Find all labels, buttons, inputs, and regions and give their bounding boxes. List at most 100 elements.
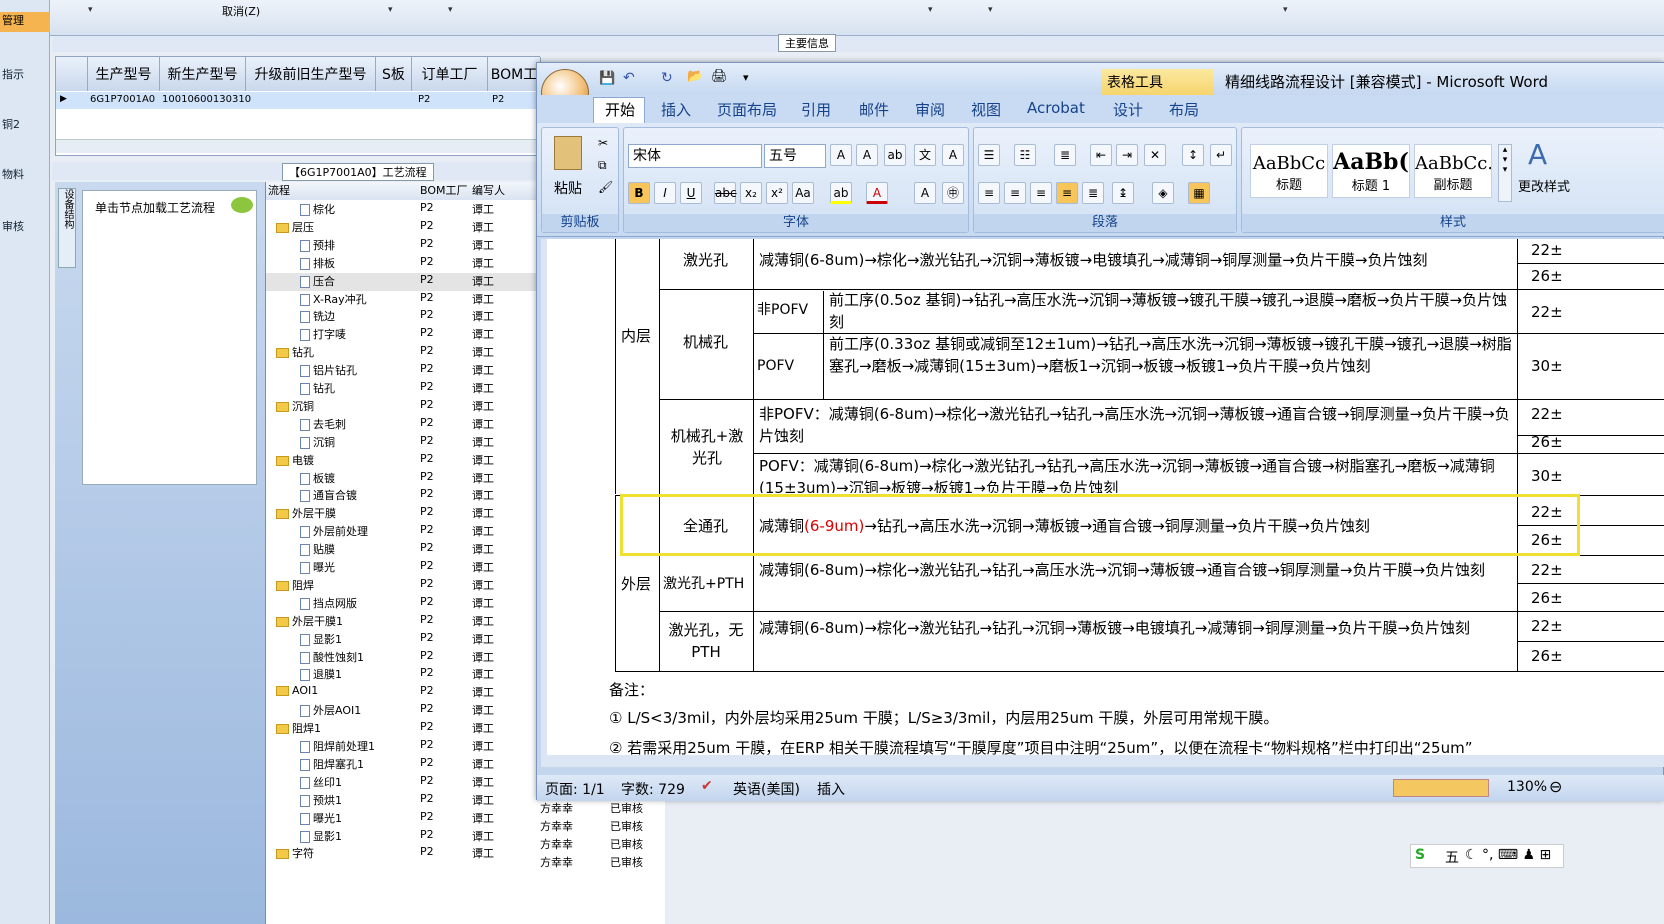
tree-node[interactable]: 层压 P2 谭工 xyxy=(266,219,541,237)
tree-node[interactable]: 电镀 P2 谭工 xyxy=(266,452,541,470)
open-icon[interactable]: 📂 xyxy=(687,69,703,84)
qat-menu-icon[interactable]: ▾ xyxy=(743,71,749,84)
status-mode[interactable]: 插入 xyxy=(817,779,845,799)
undo-icon[interactable]: ↶ xyxy=(623,70,635,86)
tab-mailings[interactable]: 邮件 xyxy=(859,99,889,120)
tree-node[interactable]: 预烘1 P2 谭工 xyxy=(266,792,541,810)
grid-header[interactable]: S板 xyxy=(376,57,412,91)
sort-icon[interactable]: ↕ xyxy=(1182,144,1204,166)
tree-node[interactable]: 阻焊 P2 谭工 xyxy=(266,577,541,595)
copy-icon[interactable]: ⧉ xyxy=(598,158,607,173)
tree-node[interactable]: 通盲合镀 P2 谭工 xyxy=(266,487,541,505)
nav-item-material[interactable]: 物料 xyxy=(0,166,50,182)
grid-header[interactable]: 新生产型号 xyxy=(160,57,246,91)
styles-scroll[interactable]: ▴ ▾ ▾ xyxy=(1498,144,1512,202)
tab-acrobat[interactable]: Acrobat xyxy=(1027,99,1085,117)
tree-header-cell[interactable]: BOM工厂 xyxy=(420,182,468,198)
nav-item-review[interactable]: 审核 xyxy=(0,218,50,234)
proofing-icon[interactable]: ✔ xyxy=(701,778,713,794)
nav-item-copper[interactable]: 铜2 xyxy=(0,116,50,132)
bold-button[interactable]: B xyxy=(628,182,650,204)
shrink-font-icon[interactable]: A xyxy=(856,144,878,166)
tree-node[interactable]: 外层AOI1 P2 谭工 xyxy=(266,702,541,720)
tab-view[interactable]: 视图 xyxy=(971,99,1001,120)
dropdown-arrow-icon[interactable]: ▾ xyxy=(88,5,93,15)
tree-node[interactable]: 钻孔 P2 谭工 xyxy=(266,344,541,362)
tab-page-layout[interactable]: 页面布局 xyxy=(717,99,777,120)
multilevel-list-icon[interactable]: ≣ xyxy=(1054,144,1076,166)
tab-insert[interactable]: 插入 xyxy=(661,99,691,120)
grid-header[interactable]: 订单工厂 xyxy=(412,57,488,91)
tree-node[interactable]: 酸性蚀刻1 P2 谭工 xyxy=(266,649,541,667)
enclose-char-icon[interactable]: ㊥ xyxy=(942,182,964,204)
font-size-combo[interactable]: 五号 xyxy=(764,144,826,168)
ime-tools-icon[interactable]: ☾ °, ⌨ ♟ ⊞ xyxy=(1465,847,1551,863)
paste-label[interactable]: 粘贴 xyxy=(554,178,582,198)
tree-node[interactable]: 打字唛 P2 谭工 xyxy=(266,326,541,344)
cut-icon[interactable]: ✂ xyxy=(598,136,608,150)
tree-node[interactable]: 铝片钻孔 P2 谭工 xyxy=(266,362,541,380)
tree-node[interactable]: 外层干膜1 P2 谭工 xyxy=(266,613,541,631)
tree-node[interactable]: 丝印1 P2 谭工 xyxy=(266,774,541,792)
tree-node[interactable]: 阻焊1 P2 谭工 xyxy=(266,720,541,738)
dropdown-arrow-icon[interactable]: ▾ xyxy=(928,5,933,15)
save-icon[interactable]: 💾 xyxy=(599,71,615,86)
strikethrough-button[interactable]: abc xyxy=(714,182,737,204)
tree-node[interactable]: 阻焊前处理1 P2 谭工 xyxy=(266,738,541,756)
style-heading1[interactable]: AaBb( 标题 1 xyxy=(1332,144,1410,198)
tree-node[interactable]: 字符 P2 谭工 xyxy=(266,845,541,863)
tree-node[interactable]: 压合 P2 谭工 xyxy=(266,272,541,291)
tree-node[interactable]: 外层前处理 P2 谭工 xyxy=(266,523,541,541)
shading-icon[interactable]: ◈ xyxy=(1152,182,1174,204)
char-shading-icon[interactable]: A xyxy=(914,182,936,204)
side-tab[interactable]: 设备结构 xyxy=(58,188,76,268)
char-border-icon[interactable]: A xyxy=(942,144,964,166)
dropdown-arrow-icon[interactable]: ▾ xyxy=(388,5,393,15)
justify-icon[interactable]: ≡ xyxy=(1056,182,1078,204)
highlight-icon[interactable]: ab xyxy=(830,182,852,204)
tree-header-cell[interactable]: 编写人 xyxy=(472,182,505,198)
status-words[interactable]: 字数: 729 xyxy=(621,779,685,799)
tree-node[interactable]: 沉铜 P2 谭工 xyxy=(266,434,541,452)
align-center-icon[interactable]: ≡ xyxy=(1004,182,1026,204)
tree-node[interactable]: 退膜1 P2 谭工 xyxy=(266,666,541,684)
tree-node[interactable]: 贴膜 P2 谭工 xyxy=(266,541,541,559)
grow-font-icon[interactable]: A xyxy=(830,144,852,166)
paste-icon[interactable] xyxy=(554,136,582,170)
tree-node[interactable]: 显影1 P2 谭工 xyxy=(266,631,541,649)
grid-header[interactable]: 升级前旧生产型号 xyxy=(246,57,376,91)
clear-format-icon[interactable]: ab xyxy=(884,144,906,166)
nav-item-instruction[interactable]: 指示 xyxy=(0,66,50,82)
style-subtitle[interactable]: AaBbCc. 副标题 xyxy=(1414,144,1492,198)
show-marks-icon[interactable]: ↵ xyxy=(1210,144,1232,166)
change-case-button[interactable]: Aa xyxy=(792,182,814,204)
tab-layout[interactable]: 布局 xyxy=(1169,99,1199,120)
zoom-level[interactable]: 130% xyxy=(1507,779,1547,795)
numbering-icon[interactable]: ☷ xyxy=(1014,144,1036,166)
tree-node[interactable]: 棕化 P2 谭工 xyxy=(266,201,541,219)
tab-references[interactable]: 引用 xyxy=(801,99,831,120)
redo-icon[interactable]: ↻ xyxy=(661,70,673,86)
view-buttons[interactable] xyxy=(1393,779,1489,797)
tree-node[interactable]: 外层干膜 P2 谭工 xyxy=(266,505,541,523)
format-painter-icon[interactable]: 🖌 xyxy=(598,180,613,194)
tab-review[interactable]: 审阅 xyxy=(915,99,945,120)
tree-node[interactable]: 曝光 P2 谭工 xyxy=(266,559,541,577)
tree-node[interactable]: 去毛刺 P2 谭工 xyxy=(266,416,541,434)
distribute-icon[interactable]: ≣ xyxy=(1082,182,1104,204)
status-language[interactable]: 英语(美国) xyxy=(733,779,800,799)
align-right-icon[interactable]: ≡ xyxy=(1030,182,1052,204)
line-spacing-icon[interactable]: ↨ xyxy=(1112,182,1134,204)
underline-button[interactable]: U xyxy=(680,182,702,204)
bullets-icon[interactable]: ☰ xyxy=(978,144,1000,166)
tree-node[interactable]: 钻孔 P2 谭工 xyxy=(266,380,541,398)
grid-header[interactable]: BOM工 xyxy=(488,57,541,91)
grid-header[interactable]: 生产型号 xyxy=(88,57,160,91)
font-name-combo[interactable]: 宋体 xyxy=(628,144,762,168)
tree-node[interactable]: 挡点网版 P2 谭工 xyxy=(266,595,541,613)
tree-node[interactable]: 阻焊塞孔1 P2 谭工 xyxy=(266,756,541,774)
tree-node[interactable]: 沉铜 P2 谭工 xyxy=(266,398,541,416)
tab-design[interactable]: 设计 xyxy=(1113,99,1143,120)
tree-header-cell[interactable]: 流程 xyxy=(268,182,290,198)
tree-node[interactable]: 曝光1 P2 谭工 xyxy=(266,810,541,828)
